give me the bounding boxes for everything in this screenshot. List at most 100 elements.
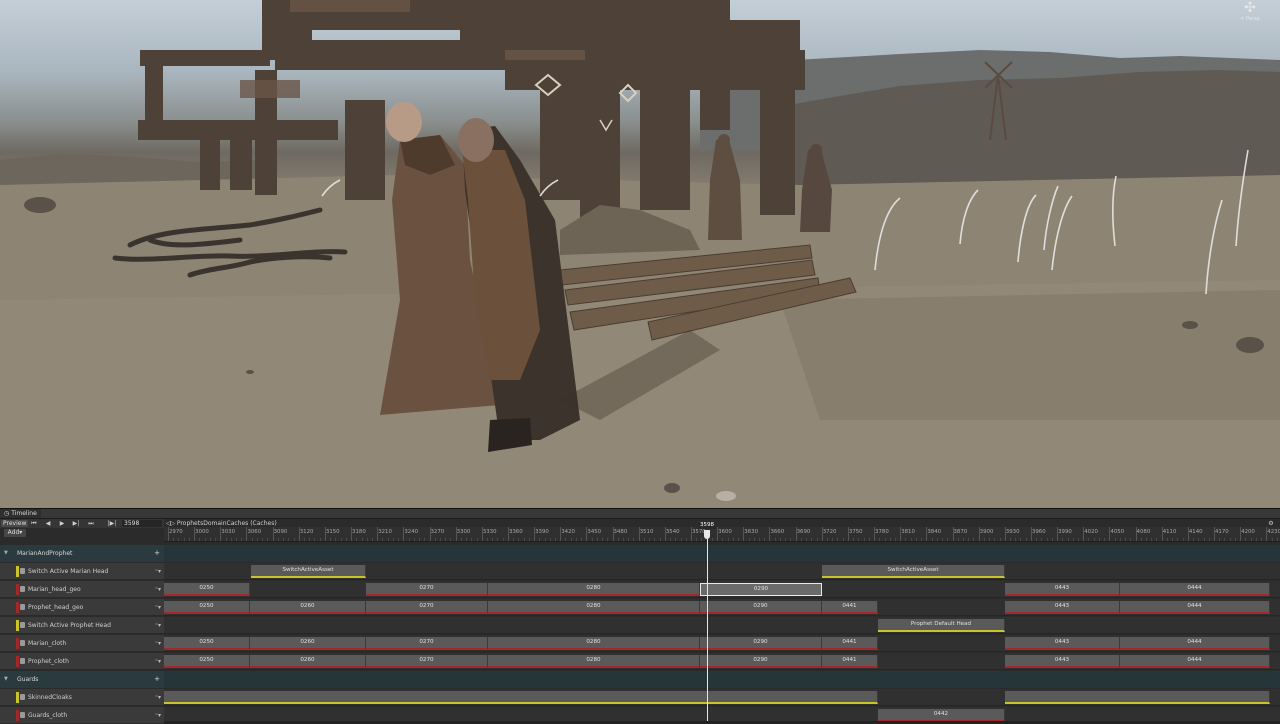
timeline-clip[interactable]: 0441 [822, 637, 878, 650]
play-icon[interactable]: ▶ [56, 519, 68, 528]
track-lane-guards-cloth[interactable]: 0442 [164, 707, 1280, 721]
track-options-icon[interactable]: ⁼▾ [155, 563, 161, 580]
ruler-label: 3630 [744, 529, 759, 535]
playhead-line[interactable] [707, 539, 708, 721]
timeline-clip[interactable]: 0444 [1120, 583, 1270, 596]
timeline-clip[interactable]: 0442 [878, 709, 1005, 721]
timeline-clip[interactable]: 0270 [366, 655, 488, 668]
track-header-guards-cloth[interactable]: Guards_cloth ⁼▾ [0, 707, 164, 724]
preview-button[interactable]: Preview [1, 520, 29, 527]
timeline-clip[interactable]: 0270 [366, 637, 488, 650]
timeline-clip[interactable]: SwitchActiveAsset [251, 565, 366, 578]
projection-label[interactable]: < Persp [1228, 16, 1272, 22]
track-lane-prophet-cloth[interactable]: 0250 0260 0270 0280 0290 0441 0443 0444 [164, 653, 1280, 670]
timeline-clip[interactable]: Prophet Default Head [878, 619, 1005, 632]
timeline-clip[interactable]: 0443 [1005, 637, 1120, 650]
timeline-clip[interactable]: 0260 [250, 655, 366, 668]
ruler-minor-tick [811, 538, 813, 541]
track-lane-marian-cloth[interactable]: 0250 0260 0270 0280 0290 0441 0443 0444 [164, 635, 1280, 652]
timeline-clip[interactable]: 0260 [250, 601, 366, 614]
ruler-label: 4200 [1241, 529, 1255, 535]
timeline-clip[interactable]: 0444 [1120, 655, 1270, 668]
timeline-clip[interactable]: 0441 [822, 655, 878, 668]
timeline-clip[interactable]: 0290 [700, 637, 822, 650]
add-track-button[interactable]: Add▾ [4, 529, 26, 537]
scene-viewport[interactable]: ✣ < Persp [0, 0, 1280, 508]
track-options-icon[interactable]: ⁼▾ [155, 581, 161, 598]
track-header-prophet-head-geo[interactable]: Prophet_head_geo ⁼▾ [0, 599, 164, 616]
ruler-label: 3480 [613, 529, 628, 535]
track-lane-switch-active-prophet-head[interactable]: Prophet Default Head [164, 617, 1280, 634]
ruler-label: 3240 [404, 529, 419, 535]
timeline-clip[interactable]: 0441 [822, 601, 878, 614]
timeline-clip[interactable]: 0280 [488, 655, 700, 668]
timeline-clip[interactable] [164, 691, 878, 704]
track-header-skinnedcloaks[interactable]: SkinnedCloaks ⁼▾ [0, 689, 164, 706]
timeline-clip[interactable]: 0280 [488, 637, 700, 650]
track-lane-switch-active-marian-head[interactable]: SwitchActiveAsset SwitchActiveAsset [164, 563, 1280, 580]
timeline-clip[interactable]: 0270 [366, 601, 488, 614]
timeline-clip[interactable]: SwitchActiveAsset [822, 565, 1005, 578]
track-name: Marian_cloth [28, 640, 67, 647]
track-header-marian-cloth[interactable]: Marian_cloth ⁼▾ [0, 635, 164, 652]
track-header-marian-head-geo[interactable]: Marian_head_geo ⁼▾ [0, 581, 164, 598]
time-ruler[interactable]: 2970 3000 3030 3060 3090 3120 3150 3180 3210 3240… [164, 527, 1280, 542]
track-header-switch-active-prophet-head[interactable]: Switch Active Prophet Head ⁼▾ [0, 617, 164, 634]
timeline-clip[interactable]: 0270 [366, 583, 488, 596]
track-options-icon[interactable]: ⁼▾ [155, 617, 161, 634]
track-lane-skinnedcloaks[interactable] [164, 689, 1280, 706]
track-name: Prophet_head_geo [28, 604, 84, 611]
track-header-prophet-cloth[interactable]: Prophet_cloth ⁼▾ [0, 653, 164, 670]
timeline-clip[interactable]: 0250 [164, 601, 250, 614]
timeline-clip[interactable]: 0443 [1005, 583, 1120, 596]
timeline-clip[interactable]: 0443 [1005, 655, 1120, 668]
scene-orientation-gizmo[interactable]: ✣ < Persp [1228, 0, 1272, 34]
goto-end-icon[interactable]: ⏭ [85, 519, 97, 528]
track-options-icon[interactable]: ⁼▾ [155, 599, 161, 616]
timeline-clip[interactable]: 0290 [700, 655, 822, 668]
timeline-clip[interactable]: 0250 [164, 637, 250, 650]
track-lane-guards[interactable] [164, 671, 1280, 688]
track-header-switch-active-marian-head[interactable]: Switch Active Marian Head ⁼▾ [0, 563, 164, 580]
timeline-clip[interactable]: 0290 [700, 601, 822, 614]
group-fold-icon[interactable]: ▼ [4, 671, 8, 688]
ruler-minor-tick [460, 538, 462, 541]
group-fold-icon[interactable]: ▼ [4, 545, 8, 562]
ruler-label: 3930 [1005, 529, 1020, 535]
track-group-marianandprophet[interactable]: ▼ MarianAndProphet + [0, 545, 164, 562]
play-range-icon[interactable]: |▶| [106, 519, 118, 528]
timeline-clip[interactable]: 0250 [164, 583, 250, 596]
group-add-track-icon[interactable]: + [154, 671, 160, 688]
ruler-minor-tick [800, 538, 802, 541]
goto-start-icon[interactable]: ⏮ [28, 519, 40, 528]
timeline-clip[interactable]: 0290 [700, 583, 822, 596]
next-frame-icon[interactable]: ▶| [70, 519, 82, 528]
timeline-clip[interactable]: 0444 [1120, 637, 1270, 650]
prev-frame-icon[interactable]: ◀ [42, 519, 54, 528]
group-add-track-icon[interactable]: + [154, 545, 160, 562]
track-lane-prophet-head-geo[interactable]: 0250 0260 0270 0280 0290 0441 0443 0444 [164, 599, 1280, 616]
timeline-clip[interactable]: 0443 [1005, 601, 1120, 614]
ruler-minor-tick [235, 538, 237, 541]
track-lane-marianandprophet[interactable] [164, 545, 1280, 562]
timeline-window: ◷ Timeline Preview ⏮ ◀ ▶ ▶| ⏭ |▶| 3598 ◁▷… [0, 508, 1280, 724]
axis-gizmo-icon[interactable]: ✣ [1228, 0, 1272, 16]
track-options-icon[interactable]: ⁼▾ [155, 635, 161, 652]
track-lane-marian-head-geo[interactable]: 0250 0270 0280 0290 0443 0444 [164, 581, 1280, 598]
ruler-minor-tick [544, 538, 546, 541]
track-options-icon[interactable]: ⁼▾ [155, 653, 161, 670]
timeline-clip[interactable]: 0444 [1120, 601, 1270, 614]
ruler-minor-tick [424, 538, 426, 541]
track-options-icon[interactable]: ⁼▾ [155, 707, 161, 724]
current-frame-field[interactable]: 3598 [122, 520, 162, 527]
playhead-handle[interactable] [704, 530, 710, 539]
timeline-clip[interactable]: 0250 [164, 655, 250, 668]
timeline-clip[interactable] [1005, 691, 1270, 704]
timeline-clip[interactable]: 0280 [488, 601, 700, 614]
track-group-guards[interactable]: ▼ Guards + [0, 671, 164, 688]
timeline-clip[interactable]: 0260 [250, 637, 366, 650]
playhead-frame-label[interactable]: 3598 [698, 522, 716, 529]
track-options-icon[interactable]: ⁼▾ [155, 689, 161, 706]
timeline-clip[interactable]: 0280 [488, 583, 700, 596]
tab-timeline[interactable]: ◷ Timeline [0, 509, 41, 518]
